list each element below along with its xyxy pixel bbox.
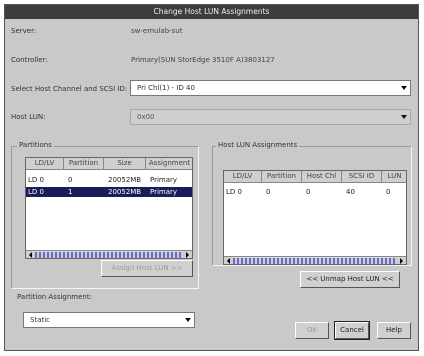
table-row-selected[interactable]: LD 0 1 20052MB Primary	[26, 187, 192, 197]
partition-assignment-label: Partition Assignment:	[17, 293, 92, 301]
cell-ld: LD 0	[28, 176, 44, 184]
arrow-right-icon	[400, 258, 403, 264]
scroll-right-button[interactable]	[397, 257, 406, 264]
cell-size: 20052MB	[108, 176, 142, 184]
partition-assignment-value: Static	[30, 316, 51, 324]
cell-host-chl: 0	[306, 188, 311, 196]
cell-lun: 0	[386, 188, 391, 196]
channel-label: Select Host Channel and SCSI ID:	[11, 85, 128, 93]
dialog-window: Change Host LUN Assignments Server: sw-e…	[4, 4, 419, 351]
table-row[interactable]: LD 0 0 0 40 0	[224, 187, 406, 197]
partitions-table-header: LD/LV Partition Size Assignment	[26, 158, 192, 170]
controller-value: Primary(SUN StorEdge 3510F A)3803127	[131, 56, 275, 64]
controller-label: Controller:	[11, 56, 48, 64]
table-row[interactable]: LD 0 0 20052MB Primary	[26, 175, 192, 185]
col-partition[interactable]: Partition	[64, 158, 104, 170]
channel-select-value: Pri Chl(1) - ID 40	[137, 84, 195, 92]
server-label: Server:	[11, 27, 37, 35]
col-host-chl[interactable]: Host Chl	[302, 171, 342, 183]
cell-size: 20052MB	[108, 188, 142, 196]
cell-partition: 1	[68, 188, 73, 196]
scroll-left-button[interactable]	[224, 257, 233, 264]
cell-partition: 0	[266, 188, 271, 196]
host-lun-hscrollbar[interactable]	[224, 256, 406, 264]
scroll-track[interactable]	[233, 258, 397, 264]
host-lun-label: Host LUN:	[11, 113, 46, 121]
col-partition[interactable]: Partition	[262, 171, 302, 183]
arrow-left-icon	[227, 258, 230, 264]
cell-ld: LD 0	[226, 188, 242, 196]
host-lun-title: Host LUN Assignments	[216, 141, 300, 149]
col-size[interactable]: Size	[104, 158, 146, 170]
scroll-left-button[interactable]	[26, 251, 35, 258]
ok-button[interactable]: OK	[295, 322, 329, 339]
cell-scsi-id: 40	[346, 188, 355, 196]
col-scsi-id[interactable]: SCSI ID	[342, 171, 382, 183]
cancel-button[interactable]: Cancel	[334, 321, 370, 340]
assign-host-lun-button[interactable]: Assign Host LUN >>	[101, 260, 193, 277]
help-button[interactable]: Help	[377, 322, 411, 339]
partitions-title: Partitions	[17, 141, 54, 149]
cell-assignment: Primary	[150, 176, 178, 184]
partitions-hscrollbar[interactable]	[26, 250, 192, 258]
col-ld[interactable]: LD/LV	[26, 158, 64, 170]
host-lun-table-header: LD/LV Partition Host Chl SCSI ID LUN	[224, 171, 406, 183]
col-lun[interactable]: LUN	[382, 171, 406, 183]
server-value: sw-emulab-sut	[131, 27, 183, 35]
arrow-right-icon	[186, 252, 189, 258]
cell-ld: LD 0	[28, 188, 44, 196]
host-lun-table[interactable]: LD/LV Partition Host Chl SCSI ID LUN LD …	[223, 170, 407, 265]
cell-assignment: Primary	[150, 188, 178, 196]
col-assignment[interactable]: Assignment	[146, 158, 192, 170]
cell-partition: 0	[68, 176, 73, 184]
channel-select[interactable]: Pri Chl(1) - ID 40	[130, 80, 411, 96]
chevron-down-icon	[185, 318, 191, 322]
partition-assignment-select[interactable]: Static	[23, 312, 195, 328]
unmap-host-lun-button[interactable]: << Unmap Host LUN <<	[300, 271, 400, 288]
host-lun-select[interactable]: 0x00	[130, 109, 411, 125]
scroll-track[interactable]	[35, 252, 183, 258]
scroll-right-button[interactable]	[183, 251, 192, 258]
col-ld[interactable]: LD/LV	[224, 171, 262, 183]
chevron-down-icon	[401, 86, 407, 90]
chevron-down-icon	[401, 115, 407, 119]
arrow-left-icon	[29, 252, 32, 258]
host-lun-select-value: 0x00	[137, 113, 155, 121]
window-title: Change Host LUN Assignments	[5, 5, 418, 19]
partitions-table[interactable]: LD/LV Partition Size Assignment LD 0 0 2…	[25, 157, 193, 259]
